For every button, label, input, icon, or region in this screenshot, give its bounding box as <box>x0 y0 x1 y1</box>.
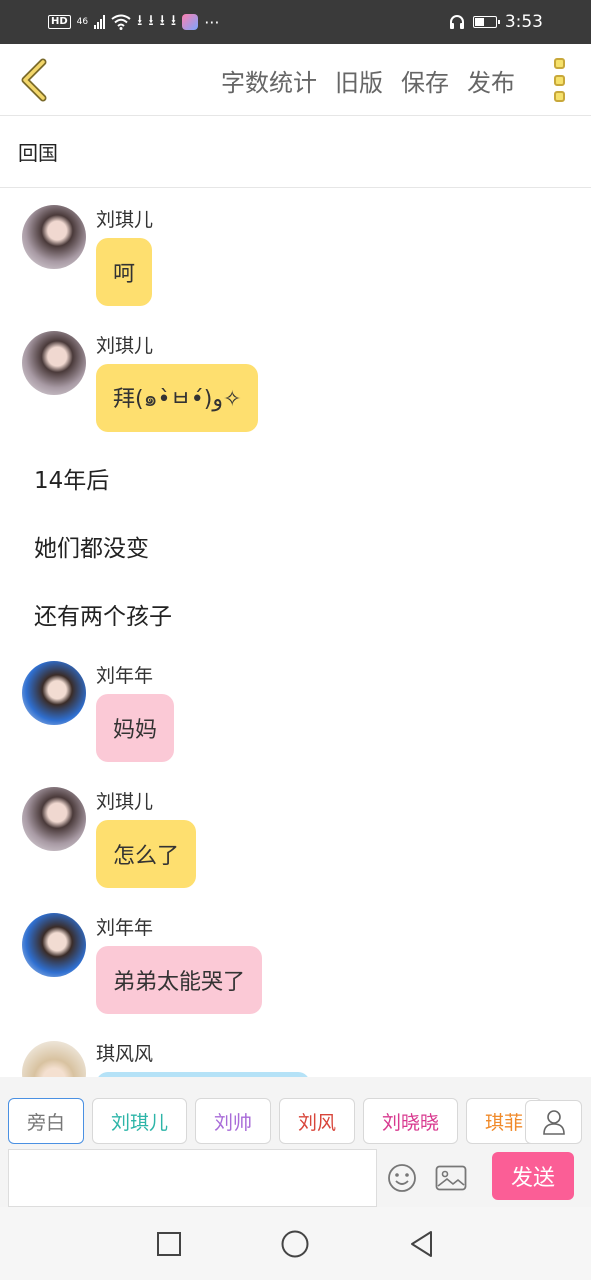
add-character-button[interactable] <box>525 1100 582 1144</box>
image-icon <box>435 1165 467 1191</box>
headphone-icon <box>449 15 464 29</box>
chevron-left-icon <box>21 58 47 102</box>
toolbar-actions: 字数统计 旧版 保存 发布 <box>221 44 515 116</box>
character-chip[interactable]: 刘风 <box>279 1098 355 1144</box>
status-left: HD 46 ⭳ ⭳ ⭳ ⭳ ··· <box>0 10 219 35</box>
character-chip-narration[interactable]: 旁白 <box>8 1098 84 1144</box>
download-icon: ⭳ <box>148 10 154 29</box>
battery-icon <box>472 16 500 28</box>
status-bar: HD 46 ⭳ ⭳ ⭳ ⭳ ··· 3:53 <box>0 0 591 44</box>
back-nav-button[interactable] <box>404 1227 438 1261</box>
chat-area[interactable]: 刘琪儿 呵 刘琪儿 拜(๑•̀ㅂ•́)و✧ 14年后 她们都没变 还有两个孩子 … <box>0 189 591 1077</box>
character-chip[interactable]: 刘琪儿 <box>92 1098 187 1144</box>
sender-name: 刘琪儿 <box>96 209 154 231</box>
message-bubble[interactable]: 弟弟太能哭了 <box>96 946 263 1014</box>
save-button[interactable]: 保存 <box>401 63 449 98</box>
avatar[interactable] <box>22 913 86 977</box>
home-button[interactable] <box>278 1227 312 1261</box>
narration-line[interactable]: 14年后 <box>34 461 109 495</box>
word-count-button[interactable]: 字数统计 <box>221 63 317 98</box>
download-icon: ⭳ <box>159 10 165 29</box>
more-vertical-icon[interactable] <box>549 58 569 102</box>
triangle-back-icon <box>411 1231 432 1257</box>
avatar[interactable] <box>22 787 86 851</box>
message-input[interactable] <box>8 1149 377 1207</box>
send-button[interactable]: 发送 <box>492 1152 574 1200</box>
system-nav-bar <box>0 1207 591 1280</box>
back-button[interactable] <box>14 56 54 104</box>
composer: 发送 <box>0 1149 591 1207</box>
sender-name: 刘年年 <box>96 665 154 687</box>
user-icon <box>542 1110 565 1135</box>
square-icon <box>157 1232 181 1256</box>
message-bubble[interactable]: 妈妈 <box>96 694 175 762</box>
signal-icon <box>94 15 106 29</box>
narration-line[interactable]: 她们都没变 <box>34 529 149 563</box>
avatar[interactable] <box>22 1041 86 1077</box>
battery-level <box>474 18 484 26</box>
character-chip[interactable]: 刘帅 <box>195 1098 271 1144</box>
more-notifications: ··· <box>204 12 220 32</box>
message-bubble[interactable]: 呵 <box>96 238 153 306</box>
editor-toolbar: 字数统计 旧版 保存 发布 <box>0 44 591 116</box>
emoji-button[interactable] <box>385 1161 419 1195</box>
sender-name: 刘琪儿 <box>96 335 154 357</box>
status-right: 3:53 <box>449 12 591 32</box>
wifi-icon <box>111 14 131 30</box>
sender-name: 刘琪儿 <box>96 791 154 813</box>
character-chip[interactable]: 刘晓晓 <box>363 1098 458 1144</box>
message-bubble[interactable]: 拜(๑•̀ㅂ•́)و✧ <box>96 364 259 432</box>
emoji-icon <box>388 1164 416 1192</box>
clock: 3:53 <box>504 12 543 32</box>
story-title[interactable]: 回国 <box>0 116 591 188</box>
avatar[interactable] <box>22 205 86 269</box>
sender-name: 刘年年 <box>96 917 154 939</box>
download-icon: ⭳ <box>137 10 143 29</box>
app-notification-icon <box>182 14 199 30</box>
download-icon: ⭳ <box>170 10 177 29</box>
avatar[interactable] <box>22 331 86 395</box>
image-button[interactable] <box>434 1161 468 1195</box>
hd-badge: HD <box>48 15 71 29</box>
message-bubble[interactable]: 怎么了 <box>96 820 197 888</box>
character-picker: 旁白 刘琪儿 刘帅 刘风 刘晓晓 琪菲 <box>0 1077 591 1149</box>
old-version-button[interactable]: 旧版 <box>335 63 383 98</box>
avatar[interactable] <box>22 661 86 725</box>
circle-icon <box>281 1230 309 1258</box>
network-type: 46 <box>76 17 89 27</box>
narration-line[interactable]: 还有两个孩子 <box>34 597 172 631</box>
sender-name: 琪风风 <box>96 1043 154 1065</box>
recent-apps-button[interactable] <box>152 1227 186 1261</box>
publish-button[interactable]: 发布 <box>467 63 515 98</box>
